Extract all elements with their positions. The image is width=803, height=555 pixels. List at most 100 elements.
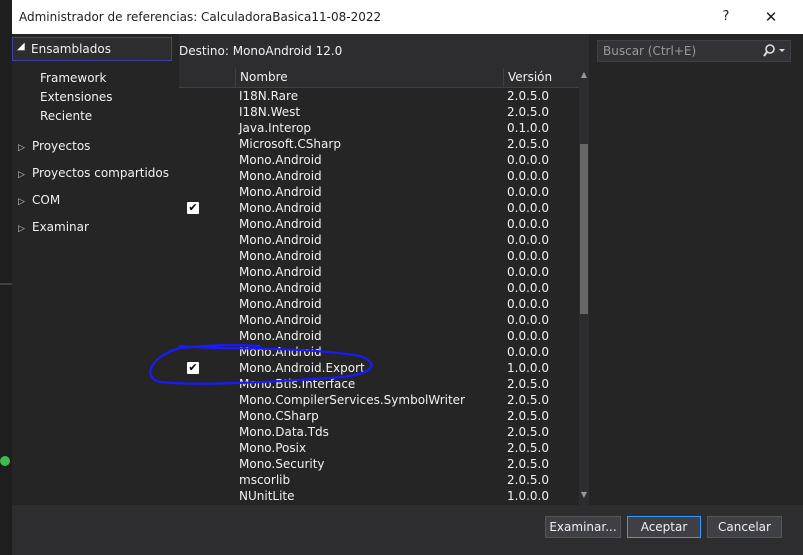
target-framework-label: Destino: MonoAndroid 12.0 bbox=[179, 44, 343, 58]
assembly-name: Mono.Posix bbox=[239, 441, 307, 455]
assembly-name: Mono.Android bbox=[239, 169, 322, 183]
close-button[interactable]: ✕ bbox=[760, 6, 782, 28]
table-row[interactable]: mscorlib 2.0.5.0 bbox=[179, 472, 579, 488]
scroll-up-arrow-icon[interactable]: ▲ bbox=[579, 70, 589, 79]
assembly-name: Microsoft.CSharp bbox=[239, 137, 341, 151]
table-row[interactable]: I18N.Rare 2.0.5.0 bbox=[179, 88, 579, 104]
assembly-version: 0.0.0.0 bbox=[507, 185, 549, 199]
scroll-down-arrow-icon[interactable]: ▼ bbox=[579, 490, 589, 499]
dialog-footer: Examinar... Aceptar Cancelar bbox=[12, 505, 803, 555]
search-placeholder: Buscar (Ctrl+E) bbox=[603, 44, 697, 58]
table-row[interactable]: Mono.Android 0.0.0.0 bbox=[179, 312, 579, 328]
cancel-button[interactable]: Cancelar bbox=[707, 516, 782, 538]
sidebar-item-label: COM bbox=[32, 193, 61, 207]
assemblies-panel: Destino: MonoAndroid 12.0 Nombre Versión… bbox=[179, 34, 589, 505]
assembly-version: 2.0.5.0 bbox=[507, 457, 549, 471]
assembly-version: 0.0.0.0 bbox=[507, 201, 549, 215]
assembly-name: NUnitLite bbox=[239, 489, 295, 503]
table-row[interactable]: Mono.Posix 2.0.5.0 bbox=[179, 440, 579, 456]
table-row[interactable]: Mono.Data.Tds 2.0.5.0 bbox=[179, 424, 579, 440]
vertical-scrollbar[interactable]: ▲ ▼ bbox=[579, 68, 589, 505]
table-row[interactable]: ✔ Mono.Android 0.0.0.0 bbox=[179, 200, 579, 216]
table-row[interactable]: Mono.Android 0.0.0.0 bbox=[179, 248, 579, 264]
sidebar-item-framework[interactable]: Framework bbox=[40, 71, 106, 85]
table-row[interactable]: Mono.CSharp 2.0.5.0 bbox=[179, 408, 579, 424]
table-row[interactable]: Microsoft.CSharp 2.0.5.0 bbox=[179, 136, 579, 152]
assembly-version: 2.0.5.0 bbox=[507, 409, 549, 423]
scrollbar-thumb[interactable] bbox=[580, 144, 588, 314]
assembly-version: 1.0.0.0 bbox=[507, 361, 549, 375]
sidebar-item-label: Ensamblados bbox=[31, 42, 111, 56]
assembly-name: Mono.Android bbox=[239, 233, 322, 247]
sidebar-item-recent[interactable]: Reciente bbox=[40, 109, 92, 123]
assembly-version: 0.1.0.0 bbox=[507, 121, 549, 135]
assembly-version: 0.0.0.0 bbox=[507, 249, 549, 263]
search-icon[interactable] bbox=[762, 43, 788, 59]
assembly-name: Mono.Android.Export bbox=[239, 361, 365, 375]
assembly-version: 0.0.0.0 bbox=[507, 345, 549, 359]
details-pane: Buscar (Ctrl+E) bbox=[589, 34, 803, 505]
table-body: I18N.Rare 2.0.5.0 I18N.West 2.0.5.0 Java.Int… bbox=[179, 88, 579, 504]
assembly-version: 2.0.5.0 bbox=[507, 137, 549, 151]
sidebar-item-browse[interactable]: ▷ Examinar bbox=[18, 220, 89, 234]
background-ide-divider bbox=[0, 283, 12, 285]
background-ide-status-icon bbox=[0, 456, 12, 468]
assembly-name: I18N.West bbox=[239, 105, 301, 119]
assembly-name: Mono.Android bbox=[239, 249, 322, 263]
assembly-name: mscorlib bbox=[239, 473, 291, 487]
checkbox-checked-icon[interactable]: ✔ bbox=[187, 202, 199, 214]
assembly-name: Mono.Android bbox=[239, 281, 322, 295]
assembly-version: 2.0.5.0 bbox=[507, 393, 549, 407]
assembly-name: Mono.CSharp bbox=[239, 409, 319, 423]
assembly-version: 0.0.0.0 bbox=[507, 297, 549, 311]
accept-button[interactable]: Aceptar bbox=[627, 516, 701, 538]
collapsed-arrow-icon: ▷ bbox=[18, 170, 25, 180]
sidebar-item-com[interactable]: ▷ COM bbox=[18, 193, 60, 207]
expanded-arrow-icon: ◢ bbox=[17, 41, 25, 52]
assembly-version: 0.0.0.0 bbox=[507, 153, 549, 167]
table-row[interactable]: Mono.Android 0.0.0.0 bbox=[179, 216, 579, 232]
table-row[interactable]: NUnitLite 1.0.0.0 bbox=[179, 488, 579, 504]
table-row[interactable]: Mono.Android 0.0.0.0 bbox=[179, 296, 579, 312]
sidebar-item-label: Proyectos compartidos bbox=[32, 166, 170, 180]
browse-button[interactable]: Examinar... bbox=[545, 516, 621, 538]
table-row[interactable]: Mono.Btls.Interface 2.0.5.0 bbox=[179, 376, 579, 392]
column-header-version[interactable]: Versión bbox=[503, 68, 572, 87]
table-row[interactable]: Mono.Android 0.0.0.0 bbox=[179, 264, 579, 280]
assembly-version: 1.0.0.0 bbox=[507, 489, 549, 503]
assembly-name: Mono.Android bbox=[239, 265, 322, 279]
assembly-version: 2.0.5.0 bbox=[507, 473, 549, 487]
table-row[interactable]: Mono.Android 0.0.0.0 bbox=[179, 344, 579, 360]
table-row[interactable]: Mono.Android 0.0.0.0 bbox=[179, 232, 579, 248]
sidebar-item-projects[interactable]: ▷ Proyectos bbox=[18, 139, 90, 153]
table-row[interactable]: Mono.CompilerServices.SymbolWriter 2.0.5.… bbox=[179, 392, 579, 408]
table-row[interactable]: Mono.Android 0.0.0.0 bbox=[179, 280, 579, 296]
collapsed-arrow-icon: ▷ bbox=[18, 224, 25, 234]
column-header-name[interactable]: Nombre bbox=[235, 68, 504, 87]
assembly-name: Mono.Android bbox=[239, 329, 322, 343]
assembly-name: Mono.Android bbox=[239, 201, 322, 215]
assembly-name: Mono.Android bbox=[239, 297, 322, 311]
table-row[interactable]: Mono.Android 0.0.0.0 bbox=[179, 168, 579, 184]
checkbox-checked-icon[interactable]: ✔ bbox=[187, 362, 199, 374]
assembly-name: Mono.Android bbox=[239, 153, 322, 167]
help-button[interactable]: ? bbox=[712, 6, 740, 28]
assembly-name: Java.Interop bbox=[239, 121, 312, 135]
table-row[interactable]: Mono.Security 2.0.5.0 bbox=[179, 456, 579, 472]
table-row[interactable]: I18N.West 2.0.5.0 bbox=[179, 104, 579, 120]
table-row[interactable]: Java.Interop 0.1.0.0 bbox=[179, 120, 579, 136]
search-input[interactable]: Buscar (Ctrl+E) bbox=[597, 40, 791, 62]
sidebar-item-assemblies[interactable]: ◢ Ensamblados bbox=[12, 37, 172, 61]
table-row[interactable]: Mono.Android 0.0.0.0 bbox=[179, 328, 579, 344]
assembly-version: 0.0.0.0 bbox=[507, 329, 549, 343]
assembly-version: 0.0.0.0 bbox=[507, 233, 549, 247]
table-row[interactable]: Mono.Android 0.0.0.0 bbox=[179, 184, 579, 200]
table-row[interactable]: ✔ Mono.Android.Export 1.0.0.0 bbox=[179, 360, 579, 376]
assembly-version: 0.0.0.0 bbox=[507, 313, 549, 327]
sidebar-item-extensions[interactable]: Extensiones bbox=[40, 90, 113, 104]
table-row[interactable]: Mono.Android 0.0.0.0 bbox=[179, 152, 579, 168]
assembly-name: Mono.Btls.Interface bbox=[239, 377, 356, 391]
assembly-version: 2.0.5.0 bbox=[507, 377, 549, 391]
sidebar-item-shared-projects[interactable]: ▷ Proyectos compartidos bbox=[18, 166, 169, 180]
table-header: Nombre Versión bbox=[179, 68, 579, 88]
